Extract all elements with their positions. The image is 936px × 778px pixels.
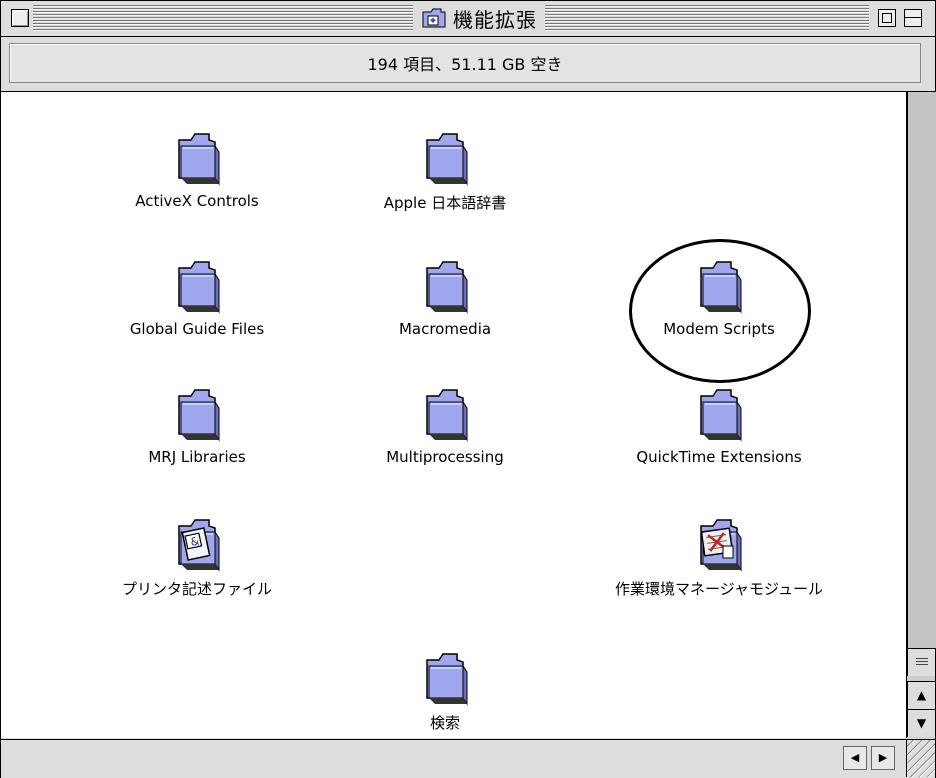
window-title-group: 機能拡張 [413,3,545,33]
finder-window: 機能拡張 194 項目、51.11 GB 空き ActiveX Controls… [0,0,936,778]
title-bar[interactable]: 機能拡張 [1,1,935,37]
folder-shape [426,133,468,186]
down-arrow-icon: ▼ [916,716,927,730]
folder-shape [426,653,468,706]
item-label: QuickTime Extensions [636,448,802,466]
close-box-icon[interactable] [11,9,29,27]
folder-item-mrj-libraries[interactable]: MRJ Libraries [87,382,307,466]
item-label: ActiveX Controls [135,192,259,210]
horizontal-scrollbar[interactable] [1,740,843,776]
right-arrow-icon: ▶ [878,751,888,764]
folder-shape [426,389,468,442]
item-label: MRJ Libraries [148,448,246,466]
horizontal-scrollbar-area: ◀ ▶ [1,739,935,778]
extensions-folder-icon [422,8,446,28]
folder-icon [426,389,468,442]
folder-item-activex-controls[interactable]: ActiveX Controls [87,126,307,210]
folder-item-apple-dictionary[interactable]: Apple 日本語辞書 [335,126,555,213]
item-label: Macromedia [398,320,492,338]
folder-item-search[interactable]: 検索 [335,646,555,733]
item-label: 検索 [429,714,460,732]
left-arrow-icon: ◀ [850,751,860,764]
scroll-thumb[interactable] [907,648,935,676]
folder-item-global-guide-files[interactable]: Global Guide Files [87,254,307,338]
scroll-down-button[interactable]: ▼ [907,709,935,737]
folder-icon [426,261,468,314]
item-label: Multiprocessing [386,448,504,466]
up-arrow-icon: ▲ [916,688,927,702]
window-title: 機能拡張 [453,7,537,32]
scroll-left-button[interactable]: ◀ [843,746,867,770]
item-count-status: 194 項目、51.11 GB 空き [9,43,921,83]
printer-description-folder-icon: & [178,519,220,572]
scroll-right-button[interactable]: ▶ [871,746,895,770]
grip-icon [916,658,928,667]
folder-icon [426,653,468,706]
vertical-scrollbar[interactable]: ▲ ▼ [907,92,936,738]
collapse-box-icon[interactable] [904,9,922,27]
scroll-track[interactable] [907,92,936,648]
folder-shape [178,261,220,314]
item-label: Global Guide Files [129,320,265,338]
folder-icon [426,133,468,186]
folder-icon [178,133,220,186]
folder-item-macromedia[interactable]: Macromedia [335,254,555,338]
highlight-circle [629,239,811,383]
folder-shape [426,261,468,314]
folder-icon [700,389,742,442]
info-header: 194 項目、51.11 GB 空き [1,37,935,92]
folder-shape [178,133,220,186]
item-label: プリンタ記述ファイル [121,580,272,598]
icon-view[interactable]: ActiveX Controls Apple 日本語辞書 Global Guid… [1,92,907,738]
folder-item-multiprocessing[interactable]: Multiprocessing [335,382,555,466]
resize-grip-icon[interactable] [906,740,935,777]
folder-icon [178,261,220,314]
scroll-up-button[interactable]: ▲ [907,681,935,709]
item-label: Apple 日本語辞書 [383,194,507,212]
folder-shape [700,389,742,442]
item-label: 作業環境マネージャモジュール [615,580,823,598]
zoom-box-icon[interactable] [878,9,896,27]
folder-item-quicktime-extensions[interactable]: QuickTime Extensions [609,382,829,466]
folder-item-environment-manager-modules[interactable]: 作業環境マネージャモジュール [583,512,855,599]
folder-item-printer-descriptions[interactable]: & プリンタ記述ファイル [87,512,307,599]
environment-manager-folder-icon [700,519,742,572]
folder-icon [178,389,220,442]
folder-shape [178,389,220,442]
